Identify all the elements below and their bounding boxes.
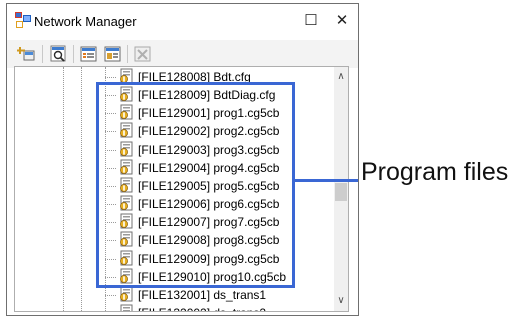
network-manager-icon [15,12,31,28]
callout-connector-line [295,179,358,182]
add-node-icon[interactable] [17,44,37,64]
window-title: Network Manager [34,14,137,29]
file-icon [120,304,133,311]
close-button[interactable]: ✕ [331,10,353,32]
tree-item-label: [FILE132002] ds_trans2 [138,306,266,311]
tree-item-label: [FILE132001] ds_trans1 [138,287,267,302]
vertical-scrollbar[interactable]: ∧ ∨ [334,67,348,311]
program-files-highlight-box [96,82,295,288]
properties-icon[interactable] [79,44,99,64]
scroll-down-button[interactable]: ∨ [334,293,348,309]
scroll-up-button[interactable]: ∧ [334,69,348,85]
program-files-callout: Program files [361,158,509,186]
scroll-thumb[interactable] [335,183,347,201]
toolbar [7,40,358,68]
tree-item[interactable]: [FILE132002] ds_trans2 [118,303,266,311]
delete-icon[interactable] [133,44,153,64]
title-bar: Network Manager ☐ ✕ [7,4,358,40]
maximize-button[interactable]: ☐ [300,10,322,32]
config-icon[interactable] [103,44,123,64]
file-icon [120,286,133,302]
search-icon[interactable] [49,44,69,64]
